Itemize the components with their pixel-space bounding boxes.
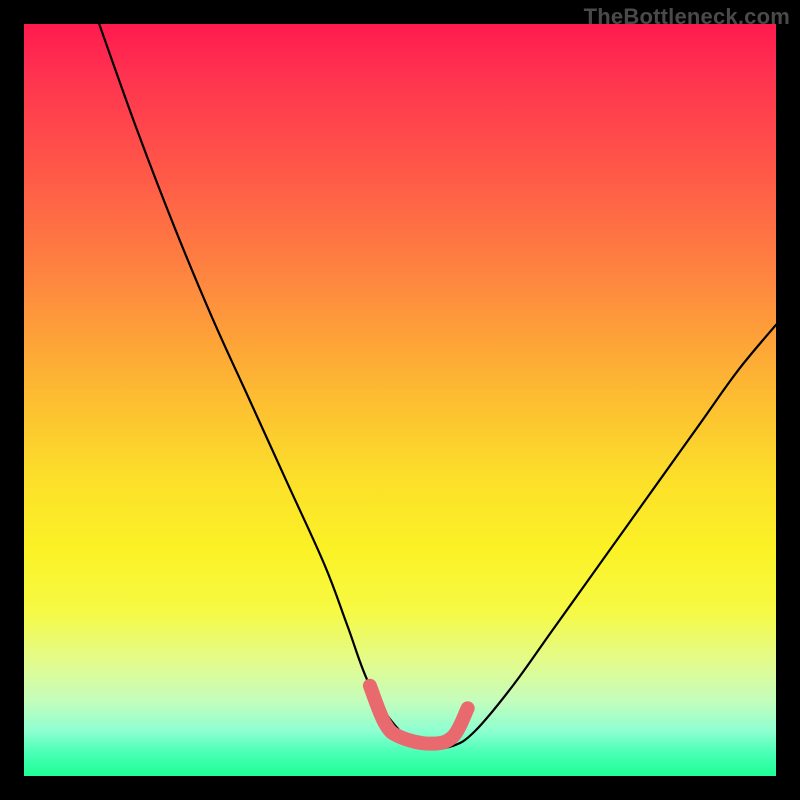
optimal-zone-highlight-path bbox=[370, 686, 468, 744]
chart-frame: TheBottleneck.com bbox=[0, 0, 800, 800]
watermark-text: TheBottleneck.com bbox=[584, 4, 790, 30]
bottleneck-curve-svg bbox=[24, 24, 776, 776]
chart-plot-area bbox=[24, 24, 776, 776]
bottleneck-curve-path bbox=[99, 24, 776, 748]
